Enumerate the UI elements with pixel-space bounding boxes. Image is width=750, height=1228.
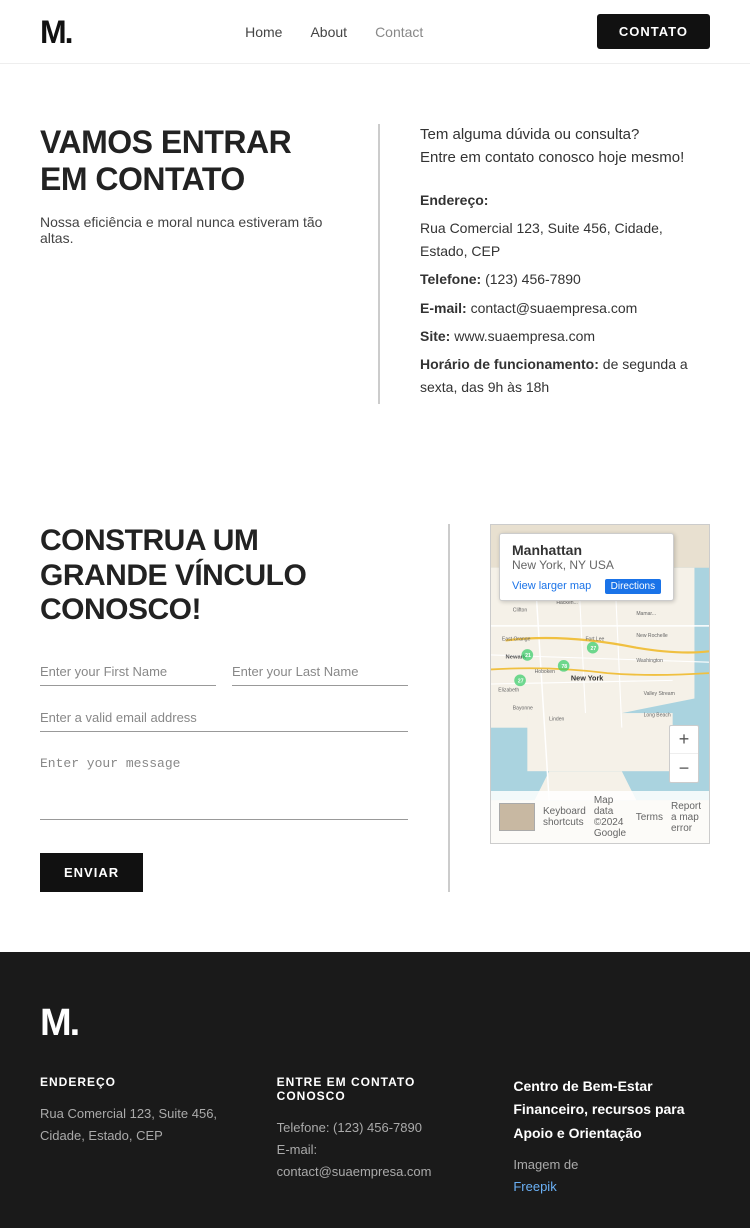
svg-text:27: 27 [518,679,524,685]
map-zoom-controls: + − [669,725,699,783]
map-thumbnail [499,803,535,831]
svg-text:Hoboken: Hoboken [535,669,556,675]
map-links: View larger map Directions [512,578,661,592]
map-place-name: Manhattan [512,542,661,558]
hours-item: Horário de funcionamento: de segunda a s… [420,353,710,398]
main-nav: Home About Contact [245,24,423,40]
svg-text:Bayonne: Bayonne [513,706,533,712]
section2-heading: CONSTRUA UM GRANDE VÍNCULO CONOSCO! [40,524,408,628]
email-item: E-mail: contact@suaempresa.com [420,297,710,319]
footer-address-col: ENDEREÇO Rua Comercial 123, Suite 456, C… [40,1075,237,1199]
contato-button[interactable]: CONTATO [597,14,710,49]
svg-text:21: 21 [525,653,531,659]
map-terms: Terms [636,812,663,823]
svg-text:New York: New York [571,673,604,682]
email-input[interactable] [40,704,408,732]
section-left: VAMOS ENTRAR EM CONTATO Nossa eficiência… [40,124,380,404]
nav-home[interactable]: Home [245,24,282,40]
section1-subtext: Nossa eficiência e moral nunca estiveram… [40,214,338,246]
svg-text:27: 27 [591,646,597,652]
svg-text:Valley Stream: Valley Stream [644,691,675,697]
svg-text:Linden: Linden [549,716,564,722]
section-right: Tem alguma dúvida ou consulta? Entre em … [380,124,710,404]
footer-address-heading: ENDEREÇO [40,1075,237,1089]
map-bottom-bar: Keyboard shortcuts Map data ©2024 Google… [491,791,709,843]
contact-form-area: CONSTRUA UM GRANDE VÍNCULO CONOSCO! ENVI… [40,524,450,892]
zoom-out-button[interactable]: − [670,754,698,782]
message-row [40,750,408,825]
map-popup: Manhattan New York, NY USA View larger m… [499,533,674,601]
message-textarea[interactable] [40,750,408,820]
map-place-sub: New York, NY USA [512,558,661,572]
form-map-section: CONSTRUA UM GRANDE VÍNCULO CONOSCO! ENVI… [0,464,750,952]
footer-grid: ENDEREÇO Rua Comercial 123, Suite 456, C… [40,1075,710,1199]
map-container: Clifton Hacken... East Orange Newark New… [490,524,710,844]
footer: M. ENDEREÇO Rua Comercial 123, Suite 456… [0,952,750,1228]
footer-address-value: Rua Comercial 123, Suite 456, Cidade, Es… [40,1103,237,1147]
footer-wellbeing-heading: Centro de Bem-Estar Financeiro, recursos… [513,1075,710,1146]
footer-contact-phone: Telefone: (123) 456-7890 [277,1117,474,1139]
svg-text:Long Beach: Long Beach [644,713,671,719]
logo: M. [40,16,72,48]
svg-text:78: 78 [561,664,567,670]
tagline: Tem alguma dúvida ou consulta? Entre em … [420,124,710,169]
footer-contact-email: E-mail: contact@suaempresa.com [277,1139,474,1183]
directions-link[interactable]: Directions [605,579,661,594]
footer-logo: M. [40,1002,710,1045]
last-name-input[interactable] [232,658,408,686]
svg-text:Washington: Washington [636,658,663,664]
zoom-in-button[interactable]: + [670,726,698,754]
map-keyboard-shortcuts: Keyboard shortcuts [543,806,586,828]
site-item: Site: www.suaempresa.com [420,325,710,347]
address-value: Rua Comercial 123, Suite 456, Cidade, Es… [420,217,710,262]
nav-contact[interactable]: Contact [375,24,423,40]
svg-text:Fort Lee: Fort Lee [585,637,604,643]
svg-text:Mamar...: Mamar... [636,611,656,617]
svg-text:Hacken...: Hacken... [556,600,577,606]
svg-text:East Orange: East Orange [502,637,531,643]
email-row [40,704,408,732]
footer-contact-heading: ENTRE EM CONTATO CONOSCO [277,1075,474,1103]
svg-text:Clifton: Clifton [513,607,528,613]
address-item: Endereço: [420,189,710,211]
map-data-label: Map data ©2024 Google [594,795,628,839]
nav-about[interactable]: About [310,24,347,40]
footer-contact-col: ENTRE EM CONTATO CONOSCO Telefone: (123)… [277,1075,474,1199]
section1-heading: VAMOS ENTRAR EM CONTATO [40,124,338,198]
contact-form: ENVIAR [40,658,408,892]
svg-text:Elizabeth: Elizabeth [498,687,519,693]
freepik-link[interactable]: Freepik [513,1176,710,1198]
first-name-input[interactable] [40,658,216,686]
footer-image-credit: Imagem de Freepik [513,1154,710,1198]
footer-right-col: Centro de Bem-Estar Financeiro, recursos… [513,1075,710,1199]
name-row [40,658,408,686]
view-larger-link[interactable]: View larger map [512,580,591,592]
phone-item: Telefone: (123) 456-7890 [420,268,710,290]
submit-button[interactable]: ENVIAR [40,853,143,892]
contact-info-section: VAMOS ENTRAR EM CONTATO Nossa eficiência… [0,64,750,464]
map-area: Clifton Hacken... East Orange Newark New… [450,524,710,892]
svg-text:New Rochelle: New Rochelle [636,633,668,639]
map-report: Report a map error [671,801,701,834]
